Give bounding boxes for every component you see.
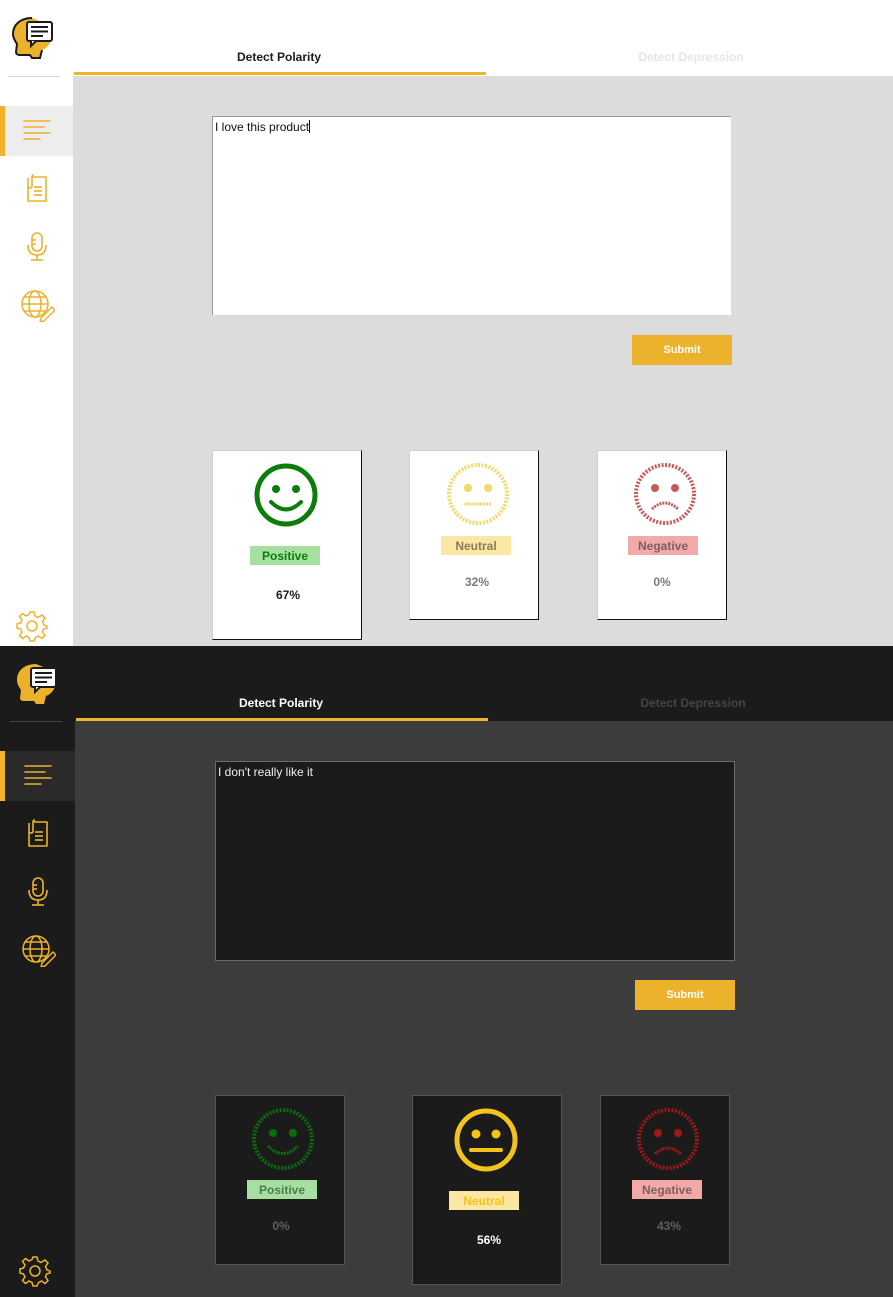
positive-label: Positive [247,1180,317,1199]
submit-button[interactable]: Submit [635,980,735,1010]
text-input[interactable]: I love this product [212,116,731,315]
document-icon [27,819,48,847]
sad-face-icon [634,463,696,525]
text-cursor [309,120,311,133]
negative-label: Negative [628,536,698,555]
submit-button[interactable]: Submit [632,335,732,365]
sidebar-item-text[interactable] [0,106,73,156]
neutral-card: Neutral 56% [412,1095,562,1285]
gear-icon[interactable] [19,1255,51,1287]
positive-card: Positive 0% [215,1095,345,1265]
sidebar-item-web[interactable] [0,925,75,975]
positive-percent: 0% [272,1219,290,1233]
text-lines-icon [23,765,52,785]
app-logo-icon [17,664,57,704]
sidebar-item-document[interactable] [0,809,75,859]
gear-icon[interactable] [16,610,48,642]
document-icon [26,174,47,202]
sidebar-item-document[interactable] [0,164,73,214]
app-logo-icon [11,17,53,59]
neutral-percent: 32% [464,575,490,589]
dark-theme-window: Detect Polarity Detect Depression I don'… [0,646,893,1297]
positive-label: Positive [250,546,320,565]
negative-label: Negative [632,1180,702,1199]
text-input-value: I don't really like it [218,765,313,779]
neutral-card: Neutral 32% [409,450,539,620]
smiling-face-icon [254,463,318,527]
sad-face-icon [637,1108,699,1170]
microphone-icon [26,232,47,261]
neutral-label: Neutral [449,1191,519,1210]
active-tab-indicator [76,718,488,721]
tab-bar: Detect Polarity Detect Depression [73,0,893,76]
sidebar [0,646,75,1297]
text-lines-icon [22,120,51,140]
divider [10,721,62,722]
sidebar-item-text[interactable] [0,751,75,801]
neutral-percent: 56% [476,1233,502,1247]
divider [8,76,60,77]
positive-card: Positive 67% [212,450,362,640]
sidebar [0,0,73,646]
tab-detect-depression[interactable]: Detect Depression [485,50,893,64]
positive-percent: 67% [275,588,301,602]
light-theme-window: Detect Polarity Detect Depression I love… [0,0,893,646]
negative-percent: 43% [656,1219,682,1233]
negative-card: Negative 43% [600,1095,730,1265]
sidebar-item-microphone[interactable] [0,867,75,917]
microphone-icon [27,877,48,906]
tab-bar: Detect Polarity Detect Depression [75,646,893,721]
tab-detect-depression[interactable]: Detect Depression [487,696,893,710]
active-tab-indicator [74,72,486,75]
neutral-face-icon [447,463,509,525]
globe-edit-icon [21,935,56,967]
text-input-value: I love this product [215,120,310,134]
sidebar-item-microphone[interactable] [0,222,73,272]
globe-edit-icon [20,290,55,322]
sidebar-item-web[interactable] [0,280,73,330]
tab-detect-polarity[interactable]: Detect Polarity [73,50,485,64]
negative-card: Negative 0% [597,450,727,620]
text-input[interactable]: I don't really like it [215,761,735,961]
neutral-label: Neutral [441,536,511,555]
smiling-face-icon [252,1108,314,1170]
negative-percent: 0% [653,575,671,589]
neutral-face-icon [454,1108,518,1172]
tab-detect-polarity[interactable]: Detect Polarity [75,696,487,710]
